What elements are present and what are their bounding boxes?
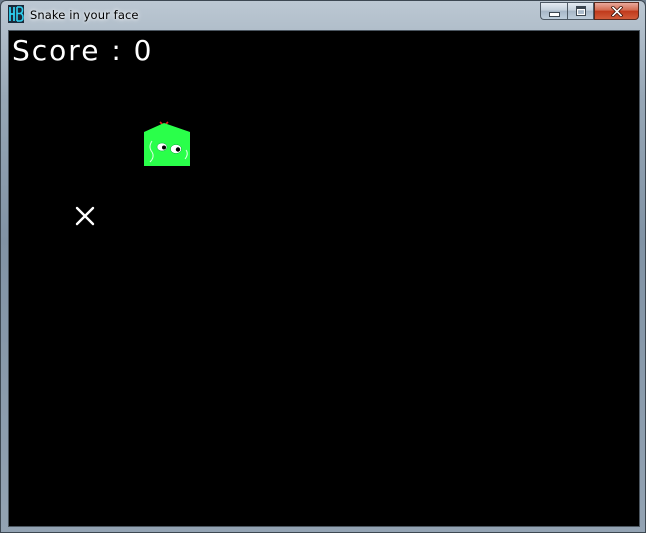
minimize-button[interactable] bbox=[540, 2, 567, 20]
game-window: Snake in your face Score : 0 bbox=[0, 0, 646, 533]
close-button[interactable] bbox=[594, 2, 639, 20]
maximize-button[interactable] bbox=[567, 2, 594, 20]
close-icon bbox=[610, 5, 623, 17]
hb-logo-icon bbox=[8, 5, 24, 23]
minimize-icon bbox=[548, 11, 560, 17]
title-bar[interactable]: Snake in your face bbox=[1, 1, 645, 29]
game-field bbox=[75, 121, 190, 226]
window-title: Snake in your face bbox=[30, 8, 139, 22]
maximize-icon bbox=[575, 6, 586, 16]
x-mark-icon bbox=[75, 206, 95, 226]
window-controls bbox=[540, 2, 639, 21]
snake-head bbox=[144, 121, 190, 166]
game-canvas[interactable]: Score : 0 bbox=[8, 30, 640, 527]
